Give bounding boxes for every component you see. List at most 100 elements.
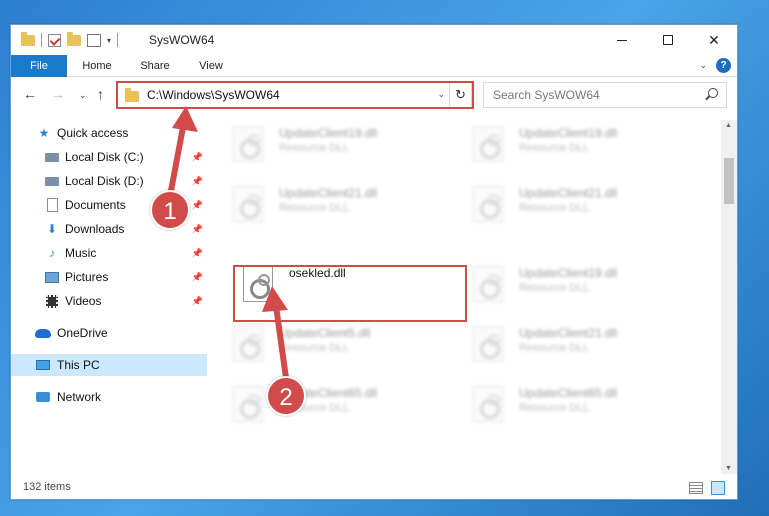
file-type: Resource DLL <box>519 282 590 294</box>
minimize-button[interactable] <box>599 25 645 55</box>
file-item[interactable]: UpdateClient21.dll Resource DLL <box>211 178 451 230</box>
file-item[interactable]: UpdateClient19.dll Resource DLL <box>211 118 451 170</box>
recent-locations-icon[interactable]: ⌄ <box>79 90 87 101</box>
drive-icon <box>45 152 59 162</box>
star-icon: ★ <box>38 126 50 140</box>
scroll-up-icon[interactable]: ▲ <box>725 122 732 129</box>
sidebar-item-label: OneDrive <box>57 326 108 340</box>
pin-icon[interactable]: 📌 <box>192 152 203 163</box>
dll-file-icon <box>233 326 263 362</box>
file-item[interactable]: UpdateClient65.dll Resource DLL <box>451 378 691 430</box>
properties-check-icon[interactable] <box>48 33 61 47</box>
pin-icon[interactable]: 📌 <box>192 200 203 211</box>
documents-icon <box>47 198 58 212</box>
search-icon[interactable] <box>708 88 718 98</box>
sidebar-item-pictures[interactable]: Pictures 📌 <box>11 266 207 288</box>
address-bar[interactable]: C:\Windows\SysWOW64 ⌄ ↻ <box>116 82 472 108</box>
new-folder-icon[interactable] <box>67 31 81 46</box>
download-icon: ⬇ <box>46 222 58 236</box>
file-name: UpdateClient21.dll <box>519 186 618 200</box>
file-name: UpdateClient21.dll <box>279 186 378 200</box>
file-type: Resource DLL <box>519 402 590 414</box>
tab-share[interactable]: Share <box>135 55 175 77</box>
sidebar-item-label: Downloads <box>65 222 125 236</box>
folder-icon <box>21 31 35 46</box>
sidebar-item-videos[interactable]: Videos 📌 <box>11 290 207 312</box>
pin-icon[interactable]: 📌 <box>192 224 203 235</box>
sidebar-item-quick-access[interactable]: ★ Quick access <box>11 122 207 144</box>
customize-toolbar-icon[interactable]: ▾ <box>107 36 111 45</box>
music-icon: ♪ <box>49 246 55 260</box>
file-item[interactable]: UpdateClient19.dll Resource DLL <box>451 258 691 310</box>
file-explorer-window: ▾ SysWOW64 ✕ File Home Share View ⌄ ? ← … <box>10 24 738 500</box>
sidebar-item-local-disk-c[interactable]: Local Disk (C:) 📌 <box>11 146 207 168</box>
search-placeholder: Search SysWOW64 <box>493 88 600 102</box>
item-count: 132 items <box>23 481 71 493</box>
file-list: UpdateClient19.dll Resource DLL UpdateCl… <box>211 112 721 472</box>
file-type: Resource DLL <box>279 142 350 154</box>
maximize-button[interactable] <box>645 25 691 55</box>
chevron-down-icon[interactable]: ⌄ <box>437 89 445 100</box>
toolbar-separator <box>117 33 119 47</box>
close-icon: ✕ <box>708 31 720 48</box>
tab-file[interactable]: File <box>11 55 67 77</box>
file-item-osekled[interactable]: osekled.dll <box>221 258 461 310</box>
scroll-thumb[interactable] <box>724 158 734 204</box>
ribbon-tabs: File Home Share View ⌄ ? <box>11 55 737 77</box>
large-icons-view-icon[interactable] <box>711 481 725 495</box>
sidebar-item-label: Network <box>57 390 102 404</box>
expand-ribbon-icon[interactable]: ⌄ <box>699 60 707 71</box>
sidebar-item-label: Local Disk (D:) <box>65 174 144 188</box>
search-input[interactable]: Search SysWOW64 <box>483 82 727 108</box>
dll-file-icon <box>473 186 503 222</box>
sidebar-item-onedrive[interactable]: OneDrive <box>11 322 207 344</box>
dll-file-icon <box>233 186 263 222</box>
sidebar-item-music[interactable]: ♪ Music 📌 <box>11 242 207 264</box>
dll-file-icon <box>233 386 263 422</box>
scroll-down-icon[interactable]: ▼ <box>725 465 732 472</box>
file-item[interactable]: UpdateClient65.dll Resource DLL <box>211 378 451 430</box>
address-path[interactable]: C:\Windows\SysWOW64 <box>147 88 280 102</box>
properties-icon[interactable] <box>87 33 101 47</box>
sidebar-item-local-disk-d[interactable]: Local Disk (D:) 📌 <box>11 170 207 192</box>
minimize-icon <box>617 39 627 41</box>
close-button[interactable]: ✕ <box>691 25 737 55</box>
sidebar-item-label: Videos <box>65 294 102 308</box>
file-name: osekled.dll <box>289 266 346 280</box>
tab-view[interactable]: View <box>193 55 229 77</box>
file-name: UpdateClient65.dll <box>519 386 618 400</box>
vertical-scrollbar[interactable]: ▲ ▼ <box>721 120 737 474</box>
dll-file-icon <box>473 386 503 422</box>
pin-icon[interactable]: 📌 <box>192 272 203 283</box>
pin-icon[interactable]: 📌 <box>192 176 203 187</box>
pc-icon <box>36 360 50 370</box>
dll-file-icon <box>473 326 503 362</box>
status-bar: 132 items <box>11 477 737 499</box>
sidebar-item-label: Music <box>65 246 97 260</box>
details-view-icon[interactable] <box>689 482 703 494</box>
tab-home[interactable]: Home <box>77 55 117 77</box>
sidebar-item-network[interactable]: Network <box>11 386 207 408</box>
back-arrow-icon[interactable]: ← <box>23 86 37 102</box>
file-item[interactable]: UpdateClient5.dll Resource DLL <box>211 318 451 370</box>
file-name: UpdateClient19.dll <box>279 126 378 140</box>
maximize-icon <box>663 35 673 45</box>
dll-file-icon <box>243 266 273 302</box>
file-type: Resource DLL <box>519 202 590 214</box>
pin-icon[interactable]: 📌 <box>192 248 203 259</box>
file-item[interactable]: UpdateClient19.dll Resource DLL <box>451 118 691 170</box>
refresh-icon[interactable]: ↻ <box>449 83 471 107</box>
toolbar-separator <box>41 33 42 47</box>
file-name: UpdateClient5.dll <box>279 326 371 340</box>
file-item[interactable]: UpdateClient21.dll Resource DLL <box>451 318 691 370</box>
file-item[interactable]: UpdateClient21.dll Resource DLL <box>451 178 691 230</box>
pin-icon[interactable]: 📌 <box>192 296 203 307</box>
file-type: Resource DLL <box>279 202 350 214</box>
forward-arrow-icon[interactable]: → <box>51 86 65 102</box>
dll-file-icon <box>473 126 503 162</box>
sidebar-item-label: Quick access <box>57 126 129 140</box>
help-icon[interactable]: ? <box>716 58 731 73</box>
file-name: UpdateClient19.dll <box>519 266 618 280</box>
up-arrow-icon[interactable]: ↑ <box>97 86 104 102</box>
sidebar-item-this-pc[interactable]: This PC <box>11 354 207 376</box>
